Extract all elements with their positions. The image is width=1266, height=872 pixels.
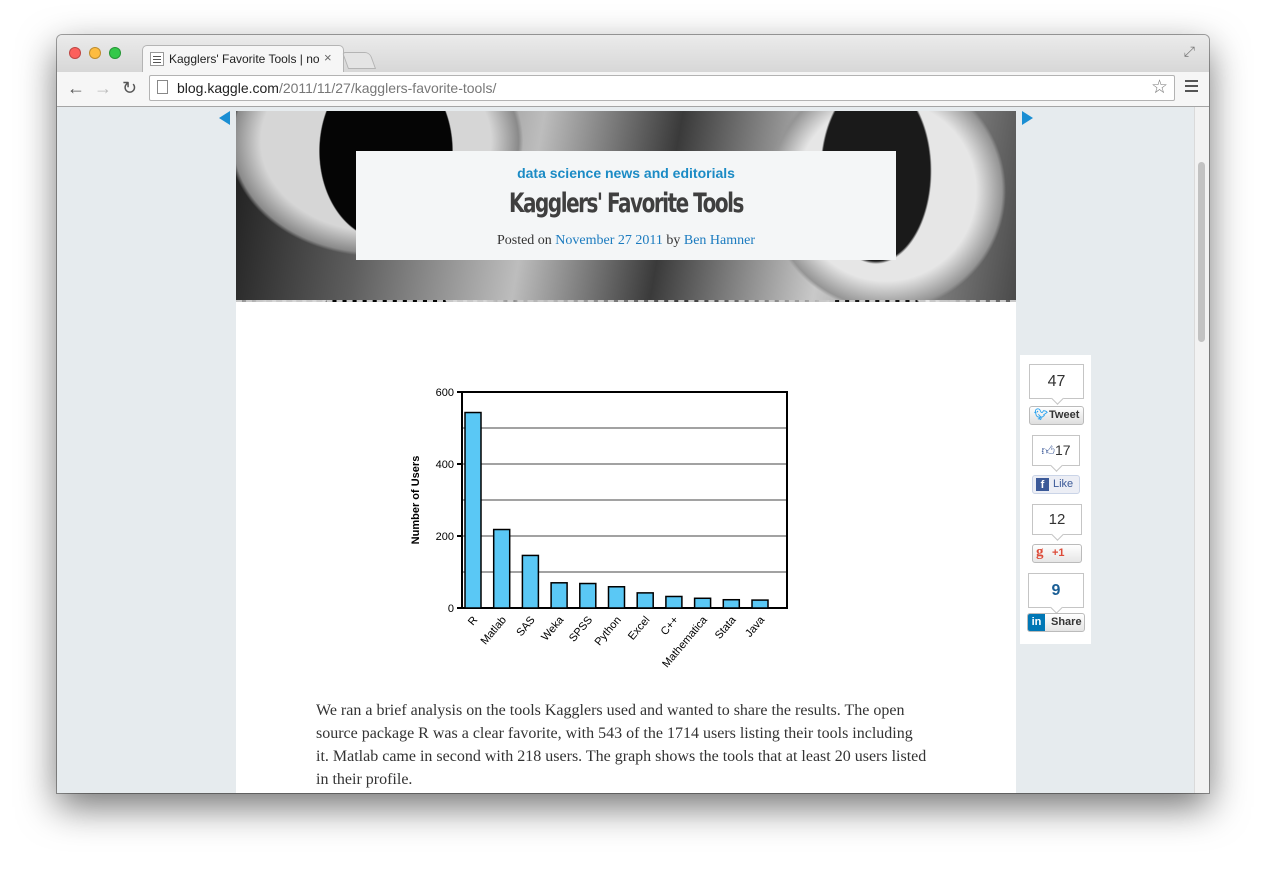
x-tick-label: R	[466, 614, 480, 628]
by-label: by	[666, 233, 681, 248]
zoom-window-button[interactable]	[109, 47, 121, 59]
tweet-label: Tweet	[1049, 409, 1080, 421]
tools-bar-chart: 0200400600Number of UsersRMatlab SAS Weka S…	[410, 387, 788, 670]
fullscreen-icon[interactable]: ⤢	[1184, 43, 1195, 60]
y-tick-label: 400	[436, 459, 454, 471]
header-image: data science news and editorials Kaggler…	[236, 111, 1016, 302]
bar	[636, 592, 654, 609]
y-tick-label: 200	[436, 531, 454, 543]
post-body: We ran a brief analysis on the tools Kag…	[316, 702, 927, 788]
tweet-button[interactable]: 🐦︎ Tweet	[1029, 406, 1084, 425]
x-tick-label: Weka	[539, 614, 567, 644]
url-host: blog.kaggle.com	[177, 80, 279, 96]
post-byline: Posted on November 27 2011 by Ben Hamner	[356, 233, 896, 249]
bar	[665, 595, 683, 609]
menu-icon[interactable]	[1185, 80, 1198, 82]
facebook-like-button[interactable]: f Like	[1032, 475, 1080, 494]
tab-title: Kagglers' Favorite Tools | no	[169, 52, 319, 66]
page-icon	[157, 80, 168, 94]
reload-icon[interactable]: ↻	[122, 77, 137, 99]
x-tick-label: Excel	[626, 614, 652, 642]
vertical-scrollbar[interactable]	[1194, 107, 1209, 793]
browser-tab[interactable]: Kagglers' Favorite Tools | no ×	[142, 45, 344, 74]
bar	[492, 528, 511, 609]
x-tick-label: Matlab	[479, 614, 509, 647]
url-text[interactable]: blog.kaggle.com/2011/11/27/kagglers-favo…	[177, 80, 496, 96]
google-plus-one-button[interactable]: g +1	[1032, 544, 1082, 563]
bar	[751, 599, 769, 609]
x-tick-label: Java	[743, 614, 768, 640]
scrollbar-thumb[interactable]	[1198, 162, 1205, 342]
bar	[550, 582, 568, 609]
next-post-icon[interactable]	[1022, 111, 1033, 125]
post-title: Kagglers' Favorite Tools	[509, 188, 744, 219]
linkedin-share-label: Share	[1051, 616, 1082, 628]
linkedin-count: 9	[1028, 573, 1084, 608]
plus-one-count: 12	[1032, 504, 1082, 535]
minimize-window-button[interactable]	[89, 47, 101, 59]
post-content: data science news and editorials Kaggler…	[236, 111, 1016, 793]
author-link[interactable]: Ben Hamner	[684, 233, 755, 248]
linkedin-icon: in	[1028, 614, 1045, 631]
twitter-bird-icon: 🐦︎	[1034, 409, 1048, 421]
x-tick-label: Python	[593, 614, 624, 648]
y-axis-label: Number of Users	[410, 456, 422, 545]
x-tick-label: SPSS	[567, 614, 595, 644]
post-category[interactable]: data science news and editorials	[356, 165, 896, 181]
x-tick-label: Stata	[713, 614, 739, 642]
title-bar: Kagglers' Favorite Tools | no × ⤢	[57, 35, 1209, 74]
google-plus-icon: g	[1036, 544, 1044, 560]
bar	[579, 582, 597, 609]
x-tick-label: SAS	[514, 614, 537, 639]
page-viewport: data science news and editorials Kaggler…	[57, 107, 1209, 793]
post-title-box: data science news and editorials Kaggler…	[356, 151, 896, 260]
like-count-box: 👍︎17	[1032, 435, 1080, 466]
like-label: Like	[1053, 478, 1074, 490]
browser-toolbar: ← → ↻ blog.kaggle.com/2011/11/27/kaggler…	[57, 72, 1209, 107]
browser-window: Kagglers' Favorite Tools | no × ⤢ ← → ↻ …	[57, 35, 1209, 793]
bar	[607, 586, 626, 609]
like-count: 17	[1055, 442, 1071, 458]
tweet-count: 47	[1029, 364, 1084, 399]
previous-post-icon[interactable]	[219, 111, 230, 125]
forward-icon[interactable]: →	[94, 77, 112, 99]
bar	[722, 598, 741, 609]
bar	[464, 411, 482, 609]
x-tick-label: C++	[659, 614, 682, 638]
y-tick-label: 0	[448, 603, 454, 615]
address-bar[interactable]: blog.kaggle.com/2011/11/27/kagglers-favo…	[149, 75, 1175, 101]
star-icon[interactable]: ☆	[1151, 76, 1168, 99]
plus-one-label: +1	[1052, 547, 1065, 559]
bar	[521, 554, 540, 609]
bar	[693, 597, 712, 609]
new-tab-button[interactable]	[341, 52, 377, 69]
linkedin-share-button[interactable]: in Share	[1027, 613, 1085, 632]
tab-close-icon[interactable]: ×	[324, 50, 332, 65]
facebook-icon: f	[1036, 478, 1049, 491]
share-panel: 47 🐦︎ Tweet 👍︎17 f Like 12 g +1 9 in Sha…	[1020, 355, 1091, 644]
back-icon[interactable]: ←	[67, 77, 85, 99]
close-window-button[interactable]	[69, 47, 81, 59]
thumbs-up-icon: 👍︎	[1041, 443, 1055, 458]
posted-on-label: Posted on	[496, 233, 552, 248]
y-tick-label: 600	[436, 387, 454, 399]
post-date-link[interactable]: November 27 2011	[555, 233, 663, 248]
page-favicon-icon	[150, 52, 164, 66]
url-path: /2011/11/27/kagglers-favorite-tools/	[278, 80, 497, 96]
